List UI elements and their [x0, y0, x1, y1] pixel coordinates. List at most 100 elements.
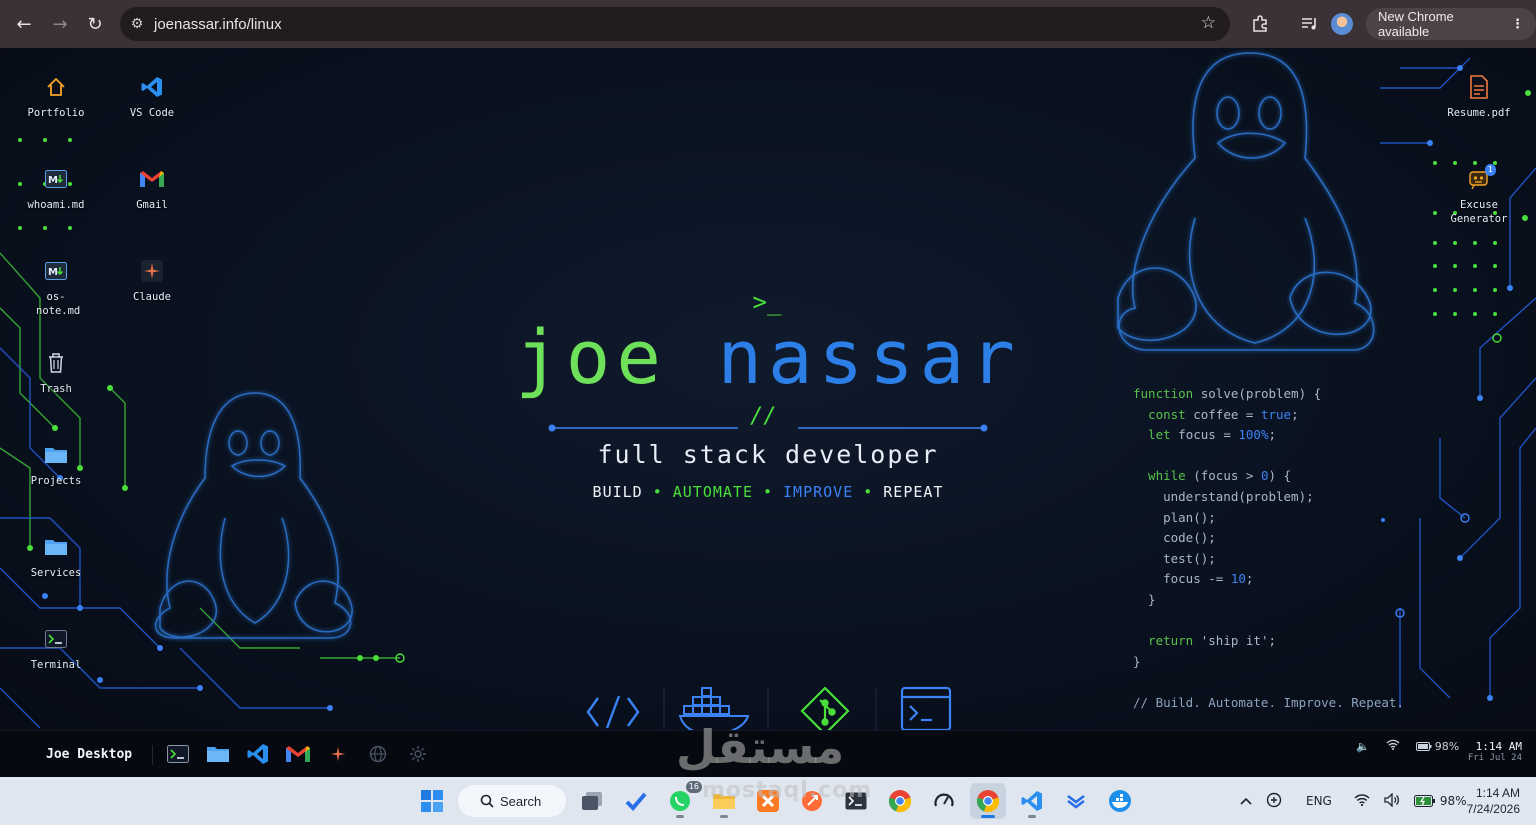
- clock-time: 1:14 AM: [1475, 740, 1522, 753]
- code-token: focus -=: [1133, 571, 1231, 587]
- volume-icon[interactable]: 🔈: [1356, 740, 1370, 753]
- desktop-icon-projects[interactable]: Projects: [21, 442, 91, 488]
- battery-status[interactable]: 98%: [1415, 739, 1460, 753]
- code-token: (focus >: [1185, 468, 1261, 484]
- search-icon: [480, 794, 494, 808]
- search-label: Search: [500, 793, 542, 809]
- code-token: 'ship it';: [1193, 633, 1277, 649]
- desktop-icon-claude[interactable]: Claude: [117, 258, 187, 304]
- windows-search-box[interactable]: Search: [458, 785, 566, 817]
- volume-icon[interactable]: [1384, 791, 1400, 810]
- app-chevrons-icon[interactable]: [1058, 783, 1094, 819]
- profile-avatar[interactable]: [1326, 8, 1358, 40]
- desktop-icon-excuse-generator[interactable]: 1 Excuse Generator: [1444, 164, 1514, 226]
- motto-automate: AUTOMATE: [672, 483, 753, 501]
- code-token: ) {: [1268, 468, 1292, 484]
- code-token: ;: [1245, 571, 1254, 587]
- battery-percent: 98%: [1434, 739, 1460, 753]
- watermark-url: mostaql.com: [702, 778, 873, 803]
- robot-icon: 1: [1466, 164, 1496, 192]
- task-view-icon[interactable]: [574, 783, 610, 819]
- clock-time: 1:14 AM: [1475, 786, 1520, 800]
- folder-icon: [43, 442, 69, 468]
- notification-badge: 1: [1484, 164, 1496, 176]
- desktop-icon-gmail[interactable]: Gmail: [117, 166, 187, 212]
- chevron-up-icon[interactable]: [1240, 794, 1252, 808]
- desktop-icon-label: Claude: [133, 291, 171, 303]
- whatsapp-icon[interactable]: 16: [662, 781, 702, 819]
- folder-icon: [43, 534, 69, 560]
- chrome-active-icon[interactable]: [970, 783, 1006, 819]
- desktop-icon-label: Portfolio: [27, 107, 85, 119]
- desktop-tray: 🔈 98%: [1356, 739, 1459, 753]
- wifi-icon[interactable]: [1354, 793, 1370, 809]
- desktop-icon-os-note[interactable]: M os-note.md: [21, 258, 91, 318]
- code-token: while: [1133, 468, 1186, 484]
- role-title: full stack developer: [597, 440, 939, 469]
- motto-separator: •: [863, 483, 874, 501]
- code-line: }: [1133, 591, 1156, 607]
- motto: BUILD • AUTOMATE • IMPROVE • REPEAT: [468, 483, 1068, 501]
- desktop-icon-terminal[interactable]: Terminal: [21, 626, 91, 672]
- desktop-icon-label: whoami.md: [27, 199, 85, 211]
- browser-toolbar: ← → ↻ ⚙ joenassar.info/linux ☆ New Chrom…: [0, 0, 1536, 48]
- hero-name: joe nassar: [468, 318, 1068, 398]
- speedometer-icon[interactable]: [926, 783, 962, 819]
- forward-icon[interactable]: →: [44, 8, 76, 40]
- hero-section: >_ joe nassar // full stack developer BU…: [468, 288, 1068, 501]
- terminal-window-icon: [900, 686, 952, 730]
- back-icon[interactable]: ←: [8, 8, 40, 40]
- windows-start-icon[interactable]: [414, 783, 450, 819]
- taskbar-globe-icon[interactable]: [364, 741, 392, 767]
- menu-dots-icon[interactable]: ⋮: [1511, 17, 1524, 32]
- bookmark-star-icon[interactable]: ☆: [1201, 13, 1216, 33]
- code-token: solve(problem) {: [1193, 386, 1322, 401]
- code-token: 10: [1230, 571, 1246, 587]
- wifi-icon[interactable]: [1386, 739, 1400, 753]
- media-controls-icon[interactable]: [1293, 8, 1325, 40]
- taskbar-vscode-icon[interactable]: [244, 741, 272, 767]
- url-text[interactable]: joenassar.info/linux: [154, 16, 282, 33]
- clock-date: Fri Jul 24: [1467, 753, 1522, 763]
- code-line: test();: [1133, 550, 1216, 566]
- tux-right-illustration: [1117, 52, 1375, 351]
- taskbar-settings-icon[interactable]: [404, 741, 432, 767]
- windows-tray: ENG 98%: [1240, 777, 1467, 825]
- desktop-icon-portfolio[interactable]: Portfolio: [21, 74, 91, 120]
- code-line: plan();: [1133, 509, 1216, 525]
- taskbar-gmail-icon[interactable]: [284, 741, 312, 767]
- code-token: ;: [1291, 406, 1299, 422]
- taskbar-folder-icon[interactable]: [204, 741, 232, 767]
- todo-icon[interactable]: [618, 783, 654, 819]
- address-bar[interactable]: ⚙ joenassar.info/linux ☆: [120, 7, 1230, 41]
- docker-app-icon[interactable]: [1102, 783, 1138, 819]
- windows-clock[interactable]: 1:14 AM 7/24/2026: [1452, 785, 1520, 817]
- chrome-icon[interactable]: [882, 783, 918, 819]
- running-indicator: [720, 815, 728, 818]
- motto-build: BUILD: [592, 483, 643, 501]
- clock-date: 7/24/2026: [1466, 802, 1520, 816]
- taskbar-terminal-icon[interactable]: [164, 741, 192, 767]
- motto-separator: •: [652, 483, 663, 501]
- copilot-icon[interactable]: [1266, 792, 1282, 811]
- code-line: }: [1133, 653, 1141, 669]
- taskbar-claude-icon[interactable]: [324, 741, 352, 767]
- desktop-icon-label: Excuse Generator: [1450, 199, 1508, 225]
- reload-icon[interactable]: ↻: [79, 8, 111, 40]
- desktop-icon-resume[interactable]: Resume.pdf: [1444, 74, 1514, 120]
- svg-text:M: M: [48, 267, 58, 278]
- code-token: const: [1133, 406, 1186, 422]
- desktop-icon-vscode[interactable]: VS Code: [117, 74, 187, 120]
- language-indicator[interactable]: ENG: [1306, 794, 1332, 808]
- desktop-clock[interactable]: 1:14 AM Fri Jul 24: [1464, 740, 1522, 763]
- extensions-icon[interactable]: [1244, 8, 1276, 40]
- terminal-prompt: >_: [752, 288, 782, 316]
- code-token: 100%: [1238, 427, 1269, 443]
- new-chrome-available-button[interactable]: New Chrome available ⋮: [1365, 8, 1536, 40]
- site-settings-icon[interactable]: ⚙: [120, 16, 154, 32]
- desktop-icon-services[interactable]: Services: [21, 534, 91, 580]
- desktop-icon-whoami[interactable]: M whoami.md: [21, 166, 91, 212]
- vscode-app-icon[interactable]: [1014, 783, 1050, 819]
- desktop-icon-trash[interactable]: Trash: [21, 350, 91, 396]
- last-name: nassar: [717, 315, 1021, 401]
